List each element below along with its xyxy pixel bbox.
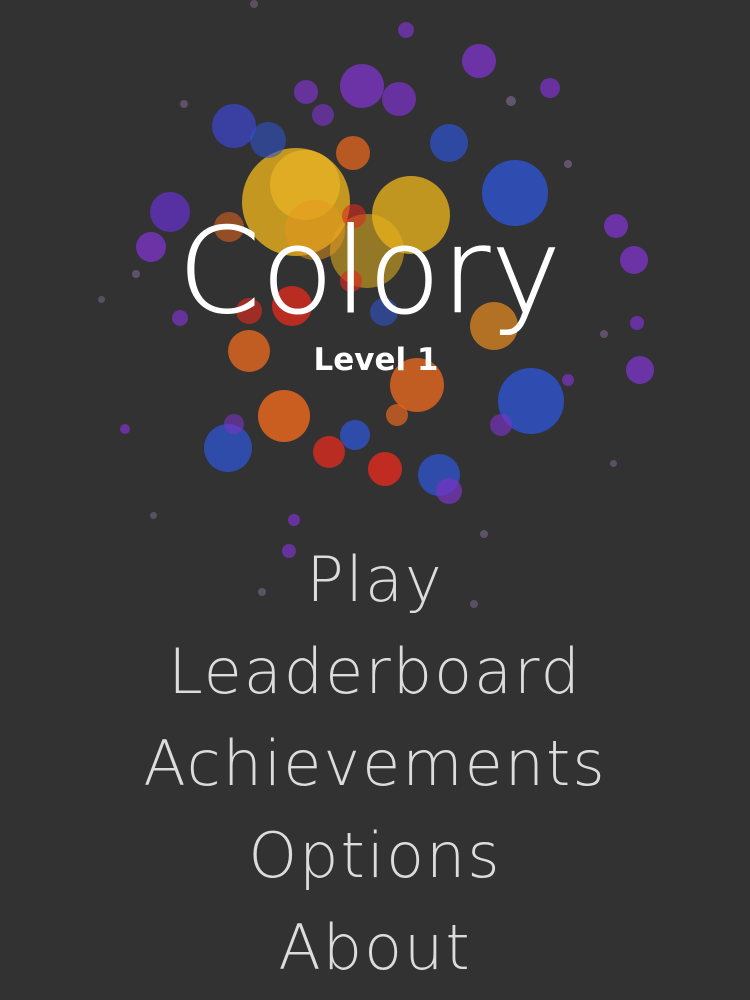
bokeh-bubble	[120, 424, 130, 434]
bokeh-bubble	[312, 104, 334, 126]
achievements-button[interactable]: Achievements	[0, 718, 750, 810]
bokeh-bubble	[462, 44, 496, 78]
options-button[interactable]: Options	[0, 810, 750, 902]
bokeh-bubble	[386, 404, 408, 426]
leaderboard-button[interactable]: Leaderboard	[0, 626, 750, 718]
bokeh-bubble	[610, 460, 617, 467]
bokeh-bubble	[132, 270, 140, 278]
bokeh-bubble	[562, 374, 574, 386]
bokeh-bubble	[250, 122, 286, 158]
bokeh-bubble	[258, 390, 310, 442]
bokeh-bubble	[224, 414, 244, 434]
bokeh-bubble	[506, 96, 516, 106]
main-menu-screen: Colory Level 1 Play Leaderboard Achievem…	[0, 0, 750, 1000]
bokeh-bubble	[98, 296, 105, 303]
level-label: Level 1	[313, 342, 439, 378]
bokeh-bubble	[368, 452, 402, 486]
bokeh-bubble	[382, 82, 416, 116]
bokeh-bubble	[600, 330, 608, 338]
bokeh-bubble	[294, 80, 318, 104]
bokeh-bubble	[436, 478, 462, 504]
bokeh-bubble	[630, 316, 644, 330]
bokeh-bubble	[430, 124, 468, 162]
game-title: Colory	[178, 202, 562, 340]
play-button[interactable]: Play	[0, 534, 750, 626]
bokeh-bubble	[398, 22, 414, 38]
bokeh-bubble	[180, 100, 188, 108]
bokeh-bubble	[620, 246, 648, 274]
bokeh-bubble	[564, 160, 572, 168]
bokeh-bubble	[540, 78, 560, 98]
bokeh-bubble	[288, 514, 300, 526]
bokeh-bubble	[250, 0, 258, 8]
bokeh-bubble	[626, 356, 654, 384]
main-menu: Play Leaderboard Achievements Options Ab…	[0, 534, 750, 994]
bokeh-bubble	[150, 512, 157, 519]
bokeh-bubble	[490, 414, 512, 436]
bokeh-bubble	[336, 136, 370, 170]
about-button[interactable]: About	[0, 902, 750, 994]
bokeh-bubble	[604, 214, 628, 238]
bokeh-bubble	[340, 420, 370, 450]
bokeh-bubble	[340, 64, 384, 108]
